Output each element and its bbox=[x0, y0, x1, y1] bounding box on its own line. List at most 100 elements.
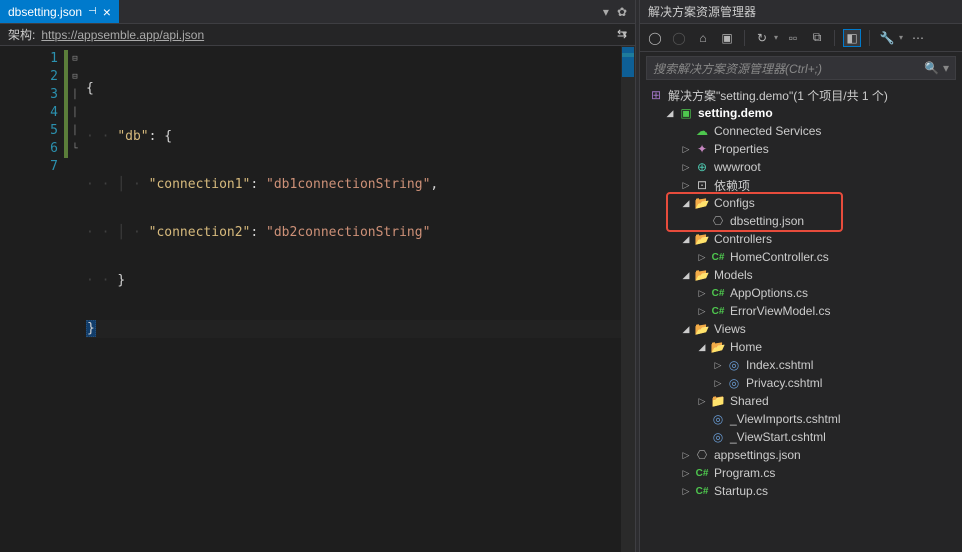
expand-icon[interactable]: ▷ bbox=[712, 360, 724, 371]
folder-open-icon: 📂 bbox=[694, 232, 710, 246]
file-index[interactable]: ▷◎Index.cshtml bbox=[644, 356, 962, 374]
expand-icon[interactable]: ▷ bbox=[680, 144, 692, 155]
expand-icon[interactable]: ▷ bbox=[696, 306, 708, 317]
cshtml-icon: ◎ bbox=[726, 376, 742, 390]
collapse-icon[interactable]: ◢ bbox=[696, 342, 708, 353]
expand-icon[interactable]: ▷ bbox=[680, 450, 692, 461]
file-appsettings[interactable]: ▷⎔appsettings.json bbox=[644, 446, 962, 464]
expand-icon[interactable]: ▷ bbox=[680, 162, 692, 173]
back-icon[interactable]: ◯ bbox=[646, 29, 664, 47]
cshtml-icon: ◎ bbox=[710, 430, 726, 444]
search-dropdown-icon[interactable]: ▾ bbox=[943, 61, 949, 75]
cshtml-icon: ◎ bbox=[710, 412, 726, 426]
pin-icon[interactable]: ⊣ bbox=[88, 6, 97, 17]
connected-services[interactable]: ☁Connected Services bbox=[644, 122, 962, 140]
deps-icon: ⊡ bbox=[694, 178, 710, 192]
tab-title: dbsetting.json bbox=[8, 5, 82, 19]
search-placeholder: 搜索解决方案资源管理器(Ctrl+;) bbox=[653, 60, 924, 77]
file-program[interactable]: ▷C#Program.cs bbox=[644, 464, 962, 482]
json-icon: ⎔ bbox=[694, 448, 710, 462]
tab-dbsetting[interactable]: dbsetting.json ⊣ × bbox=[0, 0, 119, 23]
expand-icon[interactable]: ▷ bbox=[680, 180, 692, 191]
collapse-icon[interactable]: ◢ bbox=[680, 198, 692, 209]
dropdown-icon[interactable]: ▾ bbox=[603, 5, 609, 19]
showall-icon[interactable]: ▫▫ bbox=[784, 29, 802, 47]
cloud-icon: ☁ bbox=[694, 124, 710, 138]
models-folder[interactable]: ◢📂Models bbox=[644, 266, 962, 284]
schema-label: 架构: bbox=[8, 26, 35, 43]
editor-pane: dbsetting.json ⊣ × ▾ ✿ 架构: https://appse… bbox=[0, 0, 635, 552]
collapse-icon[interactable]: ◢ bbox=[680, 270, 692, 281]
preview-icon[interactable]: ◧ bbox=[843, 29, 861, 47]
close-icon[interactable]: × bbox=[103, 4, 111, 20]
cshtml-icon: ◎ bbox=[726, 358, 742, 372]
folder-icon: 📁 bbox=[710, 394, 726, 408]
wrench-icon: ✦ bbox=[694, 142, 710, 156]
solution-tree: ⊞解决方案"setting.demo"(1 个项目/共 1 个) ◢▣setti… bbox=[640, 84, 962, 552]
cs-icon: C# bbox=[710, 306, 726, 317]
controllers-folder[interactable]: ◢📂Controllers bbox=[644, 230, 962, 248]
project-node[interactable]: ◢▣setting.demo bbox=[644, 104, 962, 122]
file-startup[interactable]: ▷C#Startup.cs bbox=[644, 482, 962, 500]
file-viewimports[interactable]: ◎_ViewImports.cshtml bbox=[644, 410, 962, 428]
tab-bar: dbsetting.json ⊣ × ▾ ✿ bbox=[0, 0, 635, 24]
expand-icon[interactable]: ▷ bbox=[696, 288, 708, 299]
code-content[interactable]: { · · "db": { · · │ · "connection1": "db… bbox=[82, 46, 635, 552]
properties-node[interactable]: ▷✦Properties bbox=[644, 140, 962, 158]
folder-open-icon: 📂 bbox=[710, 340, 726, 354]
schema-bar: 架构: https://appsemble.app/api.json ▾ ⇆ bbox=[0, 24, 635, 46]
explorer-toolbar: ◯ ◯ ⌂ ▣ ↻▾ ▫▫ ⧉ ◧ 🔧▾ ⋯ bbox=[640, 24, 962, 52]
gear-icon[interactable]: ✿ bbox=[617, 5, 627, 19]
wwwroot-node[interactable]: ▷⊕wwwroot bbox=[644, 158, 962, 176]
configs-folder[interactable]: ◢📂Configs bbox=[644, 194, 962, 212]
search-icon[interactable]: 🔍 bbox=[924, 61, 939, 75]
folder-open-icon: 📂 bbox=[694, 322, 710, 336]
expand-icon[interactable]: ▷ bbox=[712, 378, 724, 389]
expand-icon[interactable]: ▷ bbox=[680, 468, 692, 479]
file-appoptions[interactable]: ▷C#AppOptions.cs bbox=[644, 284, 962, 302]
file-errorvm[interactable]: ▷C#ErrorViewModel.cs bbox=[644, 302, 962, 320]
collapse-icon[interactable]: ◢ bbox=[680, 324, 692, 335]
forward-icon[interactable]: ◯ bbox=[670, 29, 688, 47]
solution-explorer: 解决方案资源管理器 ◯ ◯ ⌂ ▣ ↻▾ ▫▫ ⧉ ◧ 🔧▾ ⋯ 搜索解决方案资… bbox=[640, 0, 962, 552]
json-icon: ⎔ bbox=[710, 214, 726, 228]
tab-bar-actions: ▾ ✿ bbox=[603, 0, 635, 23]
file-homecontroller[interactable]: ▷C#HomeController.cs bbox=[644, 248, 962, 266]
csproj-icon: ▣ bbox=[678, 106, 694, 120]
expand-icon[interactable]: ◢ bbox=[664, 108, 676, 119]
expand-icon[interactable]: ▷ bbox=[696, 396, 708, 407]
folder-open-icon: 📂 bbox=[694, 268, 710, 282]
split-icon[interactable]: ⇆ bbox=[617, 27, 627, 41]
views-folder[interactable]: ◢📂Views bbox=[644, 320, 962, 338]
cs-icon: C# bbox=[694, 486, 710, 497]
line-gutter: 1 2 3 4 5 6 7 bbox=[0, 46, 64, 552]
home-icon[interactable]: ⌂ bbox=[694, 29, 712, 47]
wrench-icon[interactable]: 🔧 bbox=[878, 29, 896, 47]
file-viewstart[interactable]: ◎_ViewStart.cshtml bbox=[644, 428, 962, 446]
cs-icon: C# bbox=[694, 468, 710, 479]
cs-icon: C# bbox=[710, 252, 726, 263]
solution-icon: ⊞ bbox=[648, 88, 664, 102]
expand-icon[interactable]: ▷ bbox=[696, 252, 708, 263]
collapse-icon[interactable]: ◢ bbox=[680, 234, 692, 245]
schema-url[interactable]: https://appsemble.app/api.json bbox=[41, 28, 616, 42]
shared-folder[interactable]: ▷📁Shared bbox=[644, 392, 962, 410]
code-editor[interactable]: 1 2 3 4 5 6 7 ⊟⊟│││└ { · · "db": { · · │… bbox=[0, 46, 635, 552]
folder-open-icon: 📂 bbox=[694, 196, 710, 210]
refresh-icon[interactable]: ⧉ bbox=[808, 29, 826, 47]
solution-node[interactable]: ⊞解决方案"setting.demo"(1 个项目/共 1 个) bbox=[644, 86, 962, 104]
sync-icon[interactable]: ↻ bbox=[753, 29, 771, 47]
home-folder[interactable]: ◢📂Home bbox=[644, 338, 962, 356]
expand-icon[interactable]: ▷ bbox=[680, 486, 692, 497]
explorer-search[interactable]: 搜索解决方案资源管理器(Ctrl+;) 🔍 ▾ bbox=[646, 56, 956, 80]
explorer-title: 解决方案资源管理器 bbox=[640, 0, 962, 24]
fold-column[interactable]: ⊟⊟│││└ bbox=[68, 46, 82, 552]
cs-icon: C# bbox=[710, 288, 726, 299]
file-privacy[interactable]: ▷◎Privacy.cshtml bbox=[644, 374, 962, 392]
file-dbsetting[interactable]: ⎔dbsetting.json bbox=[644, 212, 962, 230]
scope-icon[interactable]: ▣ bbox=[718, 29, 736, 47]
editor-scrollbar[interactable] bbox=[621, 46, 635, 552]
more-icon[interactable]: ⋯ bbox=[909, 29, 927, 47]
dependencies-node[interactable]: ▷⊡依赖项 bbox=[644, 176, 962, 194]
globe-icon: ⊕ bbox=[694, 160, 710, 174]
